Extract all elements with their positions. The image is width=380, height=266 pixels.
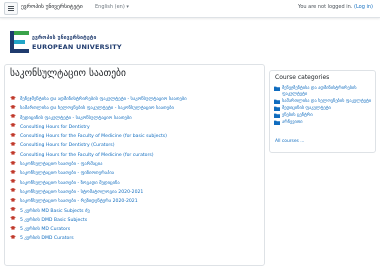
- folder-icon: [274, 106, 280, 111]
- course-list-item[interactable]: მენეჯმენტისა და ადმინისტრირების ფაკულტეტ…: [10, 95, 260, 104]
- graduation-cap-icon: [10, 234, 16, 239]
- course-link[interactable]: საკონსულტაციო საათები - ფიზიოთერაპია: [20, 171, 114, 176]
- category-list: მენეჯმენტისა და ადმინისტრირების ფაკულტეტ…: [274, 86, 372, 127]
- course-link[interactable]: Consulting Hours for the Faculty of Medi…: [20, 153, 154, 158]
- course-list-item[interactable]: მედიცინის ფაკულტეტი - საკონსულტაციო საათ…: [10, 114, 260, 123]
- main-region: საკონსულტაციო საათები მენეჯმენტისა და ად…: [4, 64, 265, 266]
- login-link[interactable]: (Log in): [354, 4, 373, 10]
- course-list-item[interactable]: საკონსულტაციო საათები - ზოგადი მედიცინა: [10, 179, 260, 188]
- course-link[interactable]: Consulting Hours for Dentistry (Curators…: [20, 143, 115, 148]
- course-list-item[interactable]: საკონსულტაციო საათები - ფიზიოთერაპია: [10, 169, 260, 178]
- graduation-cap-icon: [10, 169, 16, 174]
- course-link[interactable]: Consulting Hours for Dentistry: [20, 125, 90, 130]
- logo-english-text: EUROPEAN UNIVERSITY: [32, 43, 122, 51]
- course-link[interactable]: სამართლისა და ხელოვნების ფაკულტეტი - საკ…: [20, 106, 174, 111]
- site-name-link[interactable]: ევროპის უნივერსიტეტი: [21, 4, 83, 10]
- graduation-cap-icon: [10, 207, 16, 211]
- login-info: You are not logged in. (Log in): [298, 4, 373, 10]
- course-list-item[interactable]: Consulting Hours for Dentistry: [10, 123, 260, 132]
- folder-icon: [274, 86, 280, 91]
- course-categories-block: Course categories მენეჯმენტისა და ადმინი…: [269, 70, 376, 153]
- course-list-item[interactable]: სამართლისა და ხელოვნების ფაკულტეტი - საკ…: [10, 104, 260, 113]
- graduation-cap-icon: [10, 141, 16, 146]
- graduation-cap-icon: [10, 197, 16, 202]
- graduation-cap-icon: [10, 123, 16, 127]
- course-link[interactable]: საკონსულტაციო საათები - რეზიდენტურა 2020…: [20, 199, 138, 204]
- folder-icon: [274, 120, 280, 125]
- page-title: საკონსულტაციო საათები: [10, 68, 126, 79]
- category-item[interactable]: მენეჯმენტისა და ადმინისტრირების ფაკულტეტ…: [274, 86, 372, 98]
- logo-mark-icon: [10, 31, 29, 53]
- graduation-cap-icon: [10, 225, 16, 230]
- category-link[interactable]: სამართლისა და ხელოვნების ფაკულტეტი: [282, 99, 371, 105]
- graduation-cap-icon: [10, 95, 16, 100]
- language-menu[interactable]: English (en) ▾: [95, 4, 129, 10]
- course-link[interactable]: 5 კურსის DMD Basic Subjects: [20, 218, 87, 223]
- category-item[interactable]: ენების ცენტრი: [274, 113, 372, 119]
- login-status-text: You are not logged in.: [297, 4, 353, 10]
- course-list-item[interactable]: Consulting Hours for Dentistry (Curators…: [10, 141, 260, 150]
- course-list-item[interactable]: Consulting Hours for the Faculty of Medi…: [10, 132, 260, 141]
- category-item[interactable]: სამართლისა და ხელოვნების ფაკულტეტი: [274, 99, 372, 105]
- graduation-cap-icon: [10, 216, 16, 220]
- course-list-item[interactable]: საკონსულტაციო საათები - რეზიდენტურა 2020…: [10, 197, 260, 206]
- graduation-cap-icon: [10, 179, 16, 183]
- category-link[interactable]: ენების ცენტრი: [282, 113, 313, 119]
- category-link[interactable]: არჩევითი: [282, 120, 303, 126]
- graduation-cap-icon: [10, 104, 16, 109]
- course-link[interactable]: მედიცინის ფაკულტეტი - საკონსულტაციო საათ…: [20, 116, 132, 121]
- course-link[interactable]: მენეჯმენტისა და ადმინისტრირების ფაკულტეტ…: [20, 97, 187, 102]
- category-link[interactable]: მენეჯმენტისა და ადმინისტრირების ფაკულტეტ…: [282, 86, 372, 98]
- course-link[interactable]: 5 კურსის DMD Curators: [20, 236, 74, 241]
- course-list-item[interactable]: 5 კურსის DMD Curators: [10, 234, 260, 243]
- category-item[interactable]: არჩევითი: [274, 120, 372, 126]
- course-list: მენეჯმენტისა და ადმინისტრირების ფაკულტეტ…: [10, 95, 260, 244]
- block-title: Course categories: [275, 74, 330, 81]
- top-navbar: ევროპის უნივერსიტეტი English (en) ▾ You …: [0, 0, 380, 18]
- course-list-item[interactable]: საკონსულტაციო საათები - ფარმაცია: [10, 160, 260, 169]
- course-link[interactable]: Consulting Hours for the Faculty of Medi…: [20, 134, 167, 139]
- course-link[interactable]: 5 კურსის MD Curators: [20, 227, 70, 232]
- category-link[interactable]: მედიცინის ფაკულტეტი: [282, 106, 331, 112]
- logo-georgian-text: ევროპის უნივერსიტეტი: [32, 35, 97, 41]
- course-list-item[interactable]: საკონსულტაციო საათები - სტომატოლოგია 202…: [10, 188, 260, 197]
- graduation-cap-icon: [10, 188, 16, 193]
- university-logo[interactable]: ევროპის უნივერსიტეტი EUROPEAN UNIVERSITY: [10, 29, 122, 56]
- graduation-cap-icon: [10, 160, 16, 165]
- course-list-item[interactable]: Consulting Hours for the Faculty of Medi…: [10, 151, 260, 160]
- course-list-item[interactable]: 5 კურსის DMD Basic Subjects: [10, 216, 260, 225]
- course-list-item[interactable]: 5 კურსის MD Curators: [10, 225, 260, 234]
- all-courses-link[interactable]: All courses ...: [275, 139, 304, 144]
- graduation-cap-icon: [10, 114, 16, 118]
- graduation-cap-icon: [10, 151, 16, 155]
- folder-icon: [274, 113, 280, 118]
- course-link[interactable]: 5 კურსის MD Basic Subjects ძვ: [20, 209, 90, 214]
- course-list-item[interactable]: 5 კურსის MD Basic Subjects ძვ: [10, 207, 260, 216]
- graduation-cap-icon: [10, 132, 16, 137]
- category-item[interactable]: მედიცინის ფაკულტეტი: [274, 106, 372, 112]
- folder-icon: [274, 99, 280, 104]
- hamburger-menu-icon[interactable]: [4, 2, 18, 15]
- course-link[interactable]: საკონსულტაციო საათები - სტომატოლოგია 202…: [20, 190, 143, 195]
- course-link[interactable]: საკონსულტაციო საათები - ზოგადი მედიცინა: [20, 181, 120, 186]
- course-link[interactable]: საკონსულტაციო საათები - ფარმაცია: [20, 162, 102, 167]
